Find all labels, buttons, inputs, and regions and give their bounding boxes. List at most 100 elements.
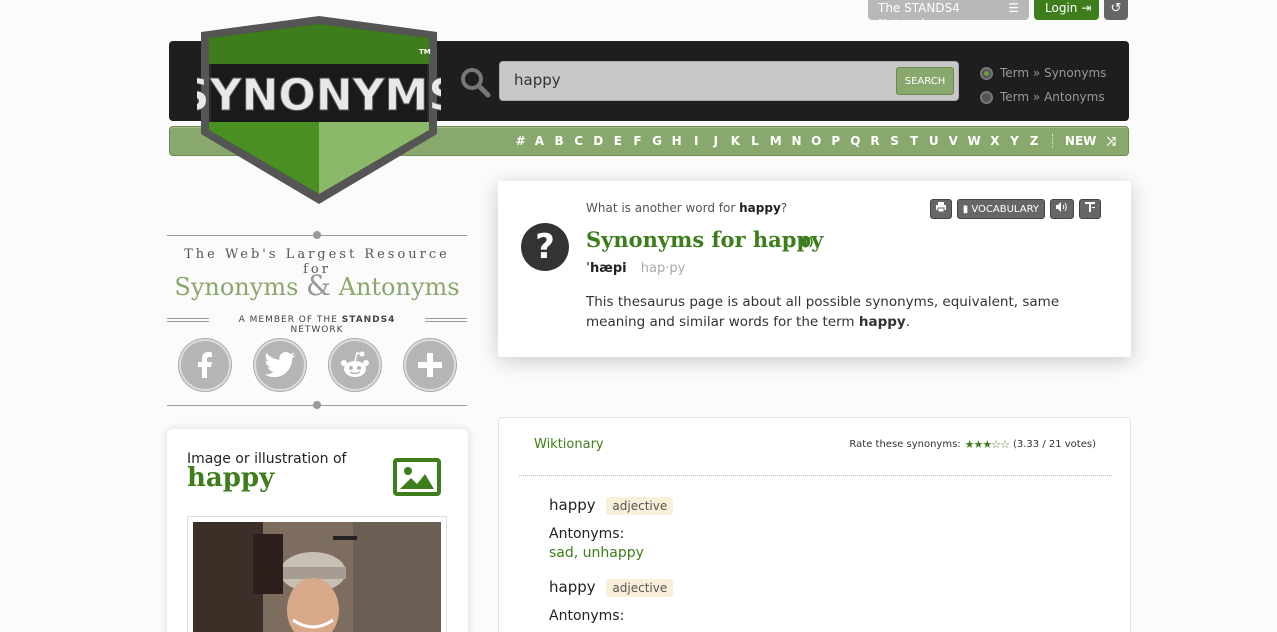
part-of-speech: adjective [606,497,674,515]
antonyms-label: Antonyms: [549,608,625,624]
antonyms-list[interactable]: sad, unhappy [549,545,644,561]
definitions-card: Wiktionary Rate these synonyms: ★★★☆☆ (3… [498,417,1131,632]
facebook-icon [198,352,212,378]
option-synonyms[interactable]: Term » Synonyms [980,61,1106,85]
votes-text: (3.33 / 21 votes) [1012,439,1096,450]
alphabet-letter[interactable]: R [865,134,885,148]
part-of-speech: adjective [606,579,674,597]
synonym-header-card: ? What is another word for happy? Synony… [498,181,1131,357]
alphabet-letters: # A B C D E F G H I J K L M N O P Q R S T U V W X Y Z NEW ⤨ [512,127,1116,155]
search-box: SEARCH [499,61,959,101]
login-label: Login [1045,1,1078,15]
option-antonyms-label: Term » Antonyms [1000,90,1105,104]
twitter-icon [264,352,295,378]
entry-2: happy adjective [549,578,674,597]
vocabulary-label: VOCABULARY [971,204,1039,215]
alphabet-letter[interactable]: D [588,134,608,148]
alphabet-letter[interactable]: B [549,134,569,148]
search-button[interactable]: SEARCH [896,67,954,95]
facebook-button[interactable] [179,339,231,391]
new-words-link[interactable]: NEW [1065,134,1096,148]
alphabet-letter[interactable]: W [963,134,985,148]
alphabet-letter[interactable]: Y [1005,134,1025,148]
login-icon: ⇥ [1081,1,1092,15]
history-button[interactable]: ↺ [1104,0,1128,20]
alphabet-letter[interactable]: K [726,134,746,148]
print-icon [935,202,946,213]
reddit-button[interactable] [329,339,381,391]
rating-stars[interactable]: ★★★☆☆ [965,438,1010,451]
alphabet-letter[interactable]: X [985,134,1005,148]
option-synonyms-label: Term » Synonyms [1000,66,1107,80]
image-card: Image or illustration of happy [167,429,468,632]
page-description: This thesaurus page is about all possibl… [586,294,1060,330]
font-size-button[interactable] [1079,199,1101,219]
alphabet-letter[interactable]: T [904,134,924,148]
vocabulary-button[interactable]: ▮ VOCABULARY [956,199,1045,219]
login-button[interactable]: Login ⇥ [1034,0,1099,20]
alphabet-letter[interactable]: A [530,134,550,148]
search-mode-options: Term » Synonyms Term » Antonyms [980,61,1106,109]
synonyms-logo[interactable]: SYNONYMS TM [197,14,441,206]
logo-text: SYNONYMS [197,70,441,121]
twitter-button[interactable] [254,339,306,391]
image-icon[interactable] [393,458,441,496]
search-input[interactable] [514,71,884,89]
alphabet-letter[interactable]: Z [1024,134,1044,148]
alphabet-letter[interactable]: M [765,134,787,148]
member-text: A MEMBER OF THE STANDS4 NETWORK [238,315,396,335]
alphabet-letter[interactable]: # [512,134,530,148]
page-title: Synonyms for happy [586,227,824,252]
search-icon[interactable] [459,66,491,98]
option-antonyms[interactable]: Term » Antonyms [980,85,1106,109]
reddit-icon [341,351,369,377]
tagline-main: Synonyms & Antonyms [174,269,460,302]
alphabet-letter[interactable]: H [667,134,687,148]
alphabet-separator [1051,134,1053,148]
print-button[interactable] [929,199,952,219]
logo-tm: TM [419,48,431,56]
syllables-text: hap·py [640,261,686,276]
alphabet-letter[interactable]: C [569,134,589,148]
alphabet-letter[interactable]: I [686,134,706,148]
plus-icon [418,353,442,377]
alphabet-letter[interactable]: F [628,134,648,148]
separator [519,475,1112,476]
pronunciation: ˈhæpi hap·py [586,261,685,276]
ipa-text: ˈhæpi [586,261,627,276]
alphabet-letter[interactable]: N [787,134,807,148]
rate-label: Rate these synonyms: [849,439,961,450]
menu-icon: ☰ [1008,1,1019,15]
rating-widget: Rate these synonyms: ★★★☆☆ (3.33 / 21 vo… [849,438,1096,451]
more-share-button[interactable] [404,339,456,391]
alphabet-letter[interactable]: G [647,134,667,148]
text-size-icon [1085,202,1095,212]
radio-synonyms[interactable] [980,66,993,80]
alphabet-letter[interactable]: V [944,134,964,148]
network-label: The STANDS4 Network [878,1,960,31]
entry-word: happy [549,578,596,596]
source-name[interactable]: Wiktionary [534,437,604,452]
alphabet-letter[interactable]: P [826,134,846,148]
alphabet-letter[interactable]: S [885,134,905,148]
alphabet-letter[interactable]: E [608,134,628,148]
antonyms-label: Antonyms: [549,526,625,542]
alphabet-letter[interactable]: O [806,134,826,148]
alphabet-letter[interactable]: U [924,134,944,148]
network-menu-button[interactable]: The STANDS4 Network ☰ [868,0,1029,31]
bookmark-icon: ▮ [962,204,969,215]
volume-icon [1056,202,1067,212]
illustration-image[interactable] [187,516,447,632]
audio-button[interactable] [1050,199,1074,219]
speaker-icon[interactable] [798,235,816,249]
shuffle-icon[interactable]: ⤨ [1106,134,1116,149]
history-icon: ↺ [1110,1,1122,16]
image-card-word: happy [187,463,275,493]
entry-1: happy adjective [549,496,674,515]
social-buttons [179,339,456,391]
radio-antonyms[interactable] [980,90,993,104]
alphabet-letter[interactable]: Q [846,134,866,148]
entry-word: happy [549,496,596,514]
alphabet-letter[interactable]: J [706,134,726,148]
alphabet-letter[interactable]: L [745,134,765,148]
